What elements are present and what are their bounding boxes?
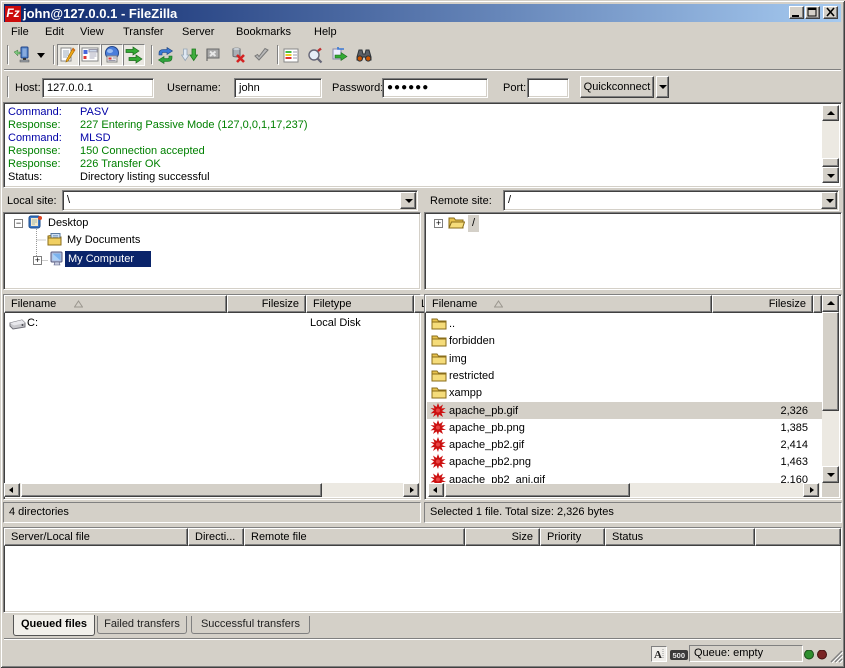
svg-text:500: 500	[673, 651, 686, 660]
svg-text:A: A	[654, 649, 662, 661]
